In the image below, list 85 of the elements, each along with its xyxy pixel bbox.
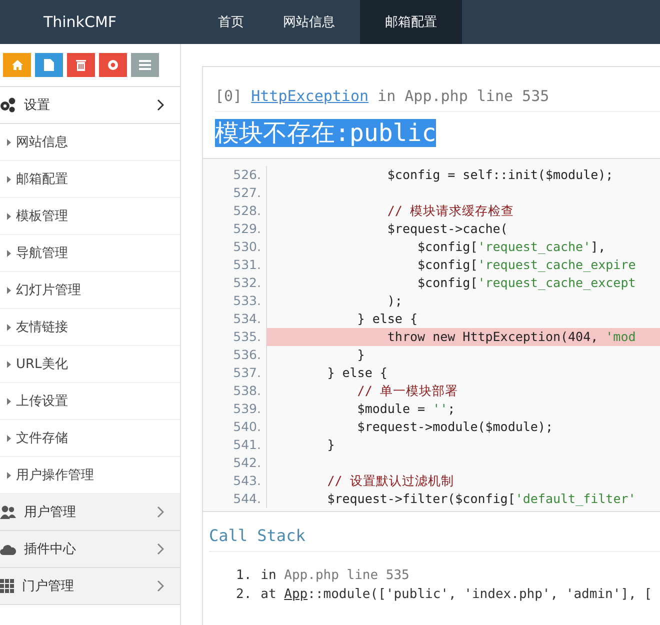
line-number: 528.	[203, 202, 267, 220]
code-line: }	[356, 346, 366, 364]
shortcut-button[interactable]	[99, 53, 127, 77]
submenu-item[interactable]: 友情链接	[0, 309, 180, 346]
menu-item[interactable]: 用户管理	[0, 494, 180, 531]
chevron-right-icon	[157, 580, 164, 592]
line-number: 541.	[203, 436, 267, 454]
line-number: 527.	[203, 184, 267, 202]
submenu-item[interactable]: URL美化	[0, 346, 180, 383]
code-line: $config['request_cache_except	[416, 274, 637, 292]
class-link[interactable]: App	[284, 587, 308, 602]
code-line: // 设置默认过滤机制	[326, 472, 455, 490]
code-line: $module = '';	[356, 400, 456, 418]
home-icon	[12, 60, 22, 70]
shortcut-button[interactable]	[67, 53, 95, 77]
trash-icon	[76, 59, 86, 71]
grid-icon	[0, 579, 14, 593]
call-stack-title: Call Stack	[209, 526, 660, 552]
code-line: $request->filter($config['default_filter'	[326, 490, 637, 508]
line-number: 532.	[203, 274, 267, 292]
caret-right-icon	[7, 212, 11, 220]
submenu-item[interactable]: 导航管理	[0, 235, 180, 272]
brand-logo[interactable]: ThinkCMF	[0, 0, 180, 44]
line-number: 530.	[203, 238, 267, 256]
line-number: 540.	[203, 418, 267, 436]
line-number: 526.	[203, 166, 267, 184]
line-number: 543.	[203, 472, 267, 490]
line-number: 539.	[203, 400, 267, 418]
line-number: 538.	[203, 382, 267, 400]
exception-title: [0] HttpException in App.php line 535	[215, 87, 660, 112]
caret-right-icon	[7, 324, 11, 330]
line-number: 529.	[203, 220, 267, 238]
code-line: $config = self::init($module);	[386, 166, 614, 184]
code-line: }	[326, 436, 336, 454]
shortcut-button[interactable]	[3, 53, 31, 77]
file-icon	[44, 59, 54, 71]
users-icon	[0, 505, 16, 519]
code-line: } else {	[326, 364, 388, 382]
chevron-right-icon	[157, 99, 164, 111]
code-line: // 模块请求缓存检查	[386, 202, 515, 220]
caret-right-icon	[7, 398, 11, 404]
error-message: 模块不存在:public	[215, 119, 436, 147]
line-number: 534.	[203, 310, 267, 328]
submenu-item[interactable]: 网站信息	[0, 124, 180, 161]
nav-tab[interactable]: 网站信息	[258, 0, 360, 44]
code-line: // 单一模块部署	[356, 382, 459, 400]
caret-right-icon	[7, 286, 11, 294]
caret-right-icon	[7, 472, 11, 478]
exception-class-link[interactable]: HttpException	[251, 87, 369, 105]
caret-right-icon	[7, 434, 11, 442]
line-number: 544.	[203, 490, 267, 508]
menu-item[interactable]: 插件中心	[0, 531, 180, 568]
code-line: $config['request_cache'],	[416, 238, 607, 256]
chevron-right-icon	[157, 506, 164, 518]
submenu-item[interactable]: 幻灯片管理	[0, 272, 180, 309]
nav-tab[interactable]: 邮箱配置	[360, 0, 462, 44]
line-number: 531.	[203, 256, 267, 274]
submenu-item[interactable]: 文件存储	[0, 420, 180, 457]
menu-item[interactable]: 门户管理	[0, 568, 180, 605]
caret-right-icon	[7, 138, 11, 146]
line-number: 536.	[203, 346, 267, 364]
submenu-item[interactable]: 上传设置	[0, 383, 180, 420]
line-number: 533.	[203, 292, 267, 310]
code-line: );	[386, 292, 404, 310]
cloud-icon	[0, 544, 16, 554]
code-line: $request->module($module);	[356, 418, 554, 436]
list-number: 2.	[236, 587, 252, 604]
caret-right-icon	[7, 250, 11, 256]
list-number: 1.	[236, 568, 252, 585]
submenu-item[interactable]: 模板管理	[0, 198, 180, 235]
caret-right-icon	[7, 360, 11, 368]
submenu-item[interactable]: 邮箱配置	[0, 161, 180, 198]
list-icon	[139, 60, 151, 70]
line-number: 537.	[203, 364, 267, 382]
shortcut-button[interactable]	[131, 53, 159, 77]
shortcut-button[interactable]	[35, 53, 63, 77]
code-line: $request->cache(	[386, 220, 509, 238]
nav-tab[interactable]: 首页	[180, 0, 258, 44]
caret-right-icon	[7, 176, 11, 182]
stack-entry: in App.php line 535	[260, 568, 410, 585]
line-number: 542.	[203, 454, 267, 472]
chevron-right-icon	[157, 543, 164, 555]
code-line: } else {	[356, 310, 419, 328]
code-line: $config['request_cache_expire	[416, 256, 637, 274]
stack-entry: at App::module(['public', 'index.php', 'admin'], [	[260, 587, 652, 604]
